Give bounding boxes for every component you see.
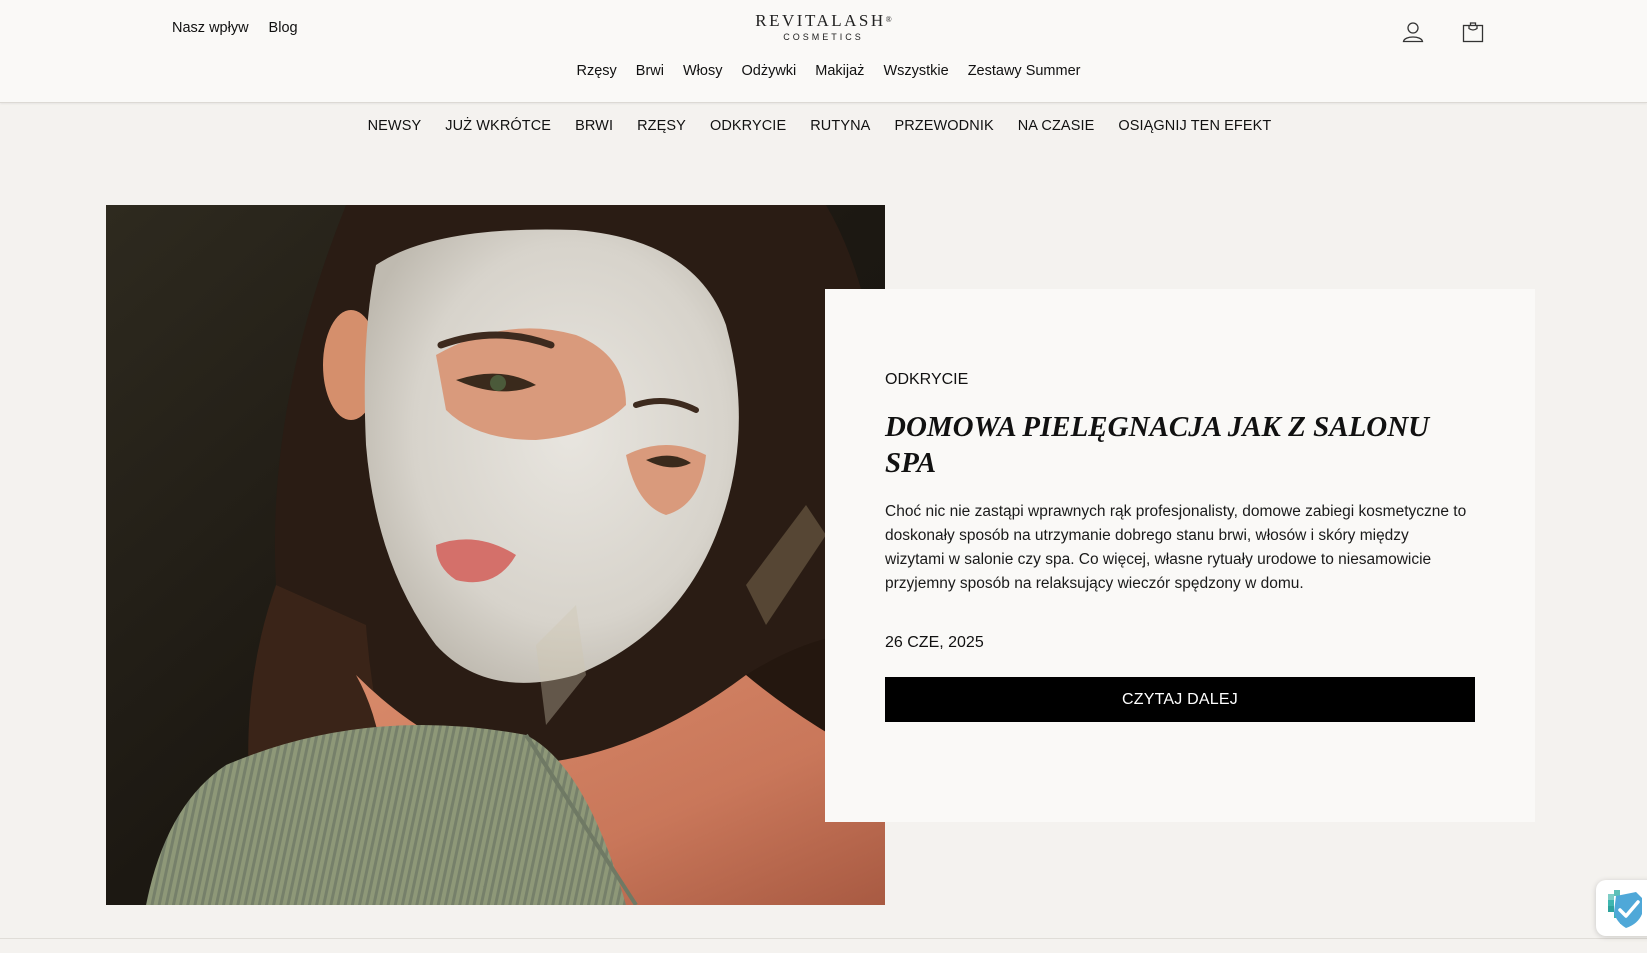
main-nav-eyelashes[interactable]: Rzęsy	[577, 63, 617, 79]
main-nav-all[interactable]: Wszystkie	[883, 63, 948, 79]
category-get-the-look[interactable]: OSIĄGNIJ TEN EFEKT	[1118, 118, 1271, 134]
site-logo[interactable]: REVITALASH® COSMETICS	[0, 12, 1647, 43]
category-news[interactable]: NEWSY	[368, 118, 422, 134]
account-icon[interactable]	[1401, 20, 1425, 44]
shopping-bag-icon[interactable]	[1461, 20, 1485, 44]
main-nav-brows[interactable]: Brwi	[636, 63, 664, 79]
article-excerpt: Choć nic nie zastąpi wprawnych rąk profe…	[885, 503, 1467, 592]
main-nav-conditioners[interactable]: Odżywki	[741, 63, 796, 79]
logo-wordmark: REVITALASH	[755, 11, 886, 30]
article-hero-image[interactable]	[106, 205, 885, 905]
category-routine[interactable]: RUTYNA	[810, 118, 870, 134]
category-guide[interactable]: PRZEWODNIK	[894, 118, 993, 134]
category-brows[interactable]: BRWI	[575, 118, 613, 134]
logo-registered-mark: ®	[885, 15, 892, 24]
main-nav-makeup[interactable]: Makijaż	[815, 63, 864, 79]
category-coming-soon[interactable]: JUŻ WKRÓTCE	[445, 118, 551, 134]
section-divider	[0, 938, 1647, 939]
header-icons	[1401, 20, 1485, 44]
category-discovery[interactable]: ODKRYCIE	[710, 118, 786, 134]
category-trending[interactable]: NA CZASIE	[1018, 118, 1095, 134]
trust-badge[interactable]	[1596, 880, 1647, 936]
article-date: 26 CZE, 2025	[885, 634, 984, 651]
blog-category-nav: NEWSY JUŻ WKRÓTCE BRWI RZĘSY ODKRYCIE RU…	[0, 118, 1647, 134]
woman-face-mask-illustration	[106, 205, 885, 905]
main-nav-summer-sets[interactable]: Zestawy Summer	[968, 63, 1081, 79]
category-lashes[interactable]: RZĘSY	[637, 118, 686, 134]
read-more-button[interactable]: CZYTAJ DALEJ	[885, 677, 1475, 722]
article-card: ODKRYCIE DOMOWA PIELĘGNACJA JAK Z SALONU…	[825, 289, 1535, 822]
logo-subtitle: COSMETICS	[783, 32, 864, 42]
verified-shield-icon	[1608, 890, 1642, 928]
main-nav-hair[interactable]: Włosy	[683, 63, 722, 79]
article-category[interactable]: ODKRYCIE	[885, 371, 968, 389]
main-nav: Rzęsy Brwi Włosy Odżywki Makijaż Wszystk…	[0, 63, 1647, 79]
article-title[interactable]: DOMOWA PIELĘGNACJA JAK Z SALONU SPA	[885, 409, 1445, 481]
site-header: Nasz wpływ Blog REVITALASH® COSMETICS Rz…	[0, 0, 1647, 103]
